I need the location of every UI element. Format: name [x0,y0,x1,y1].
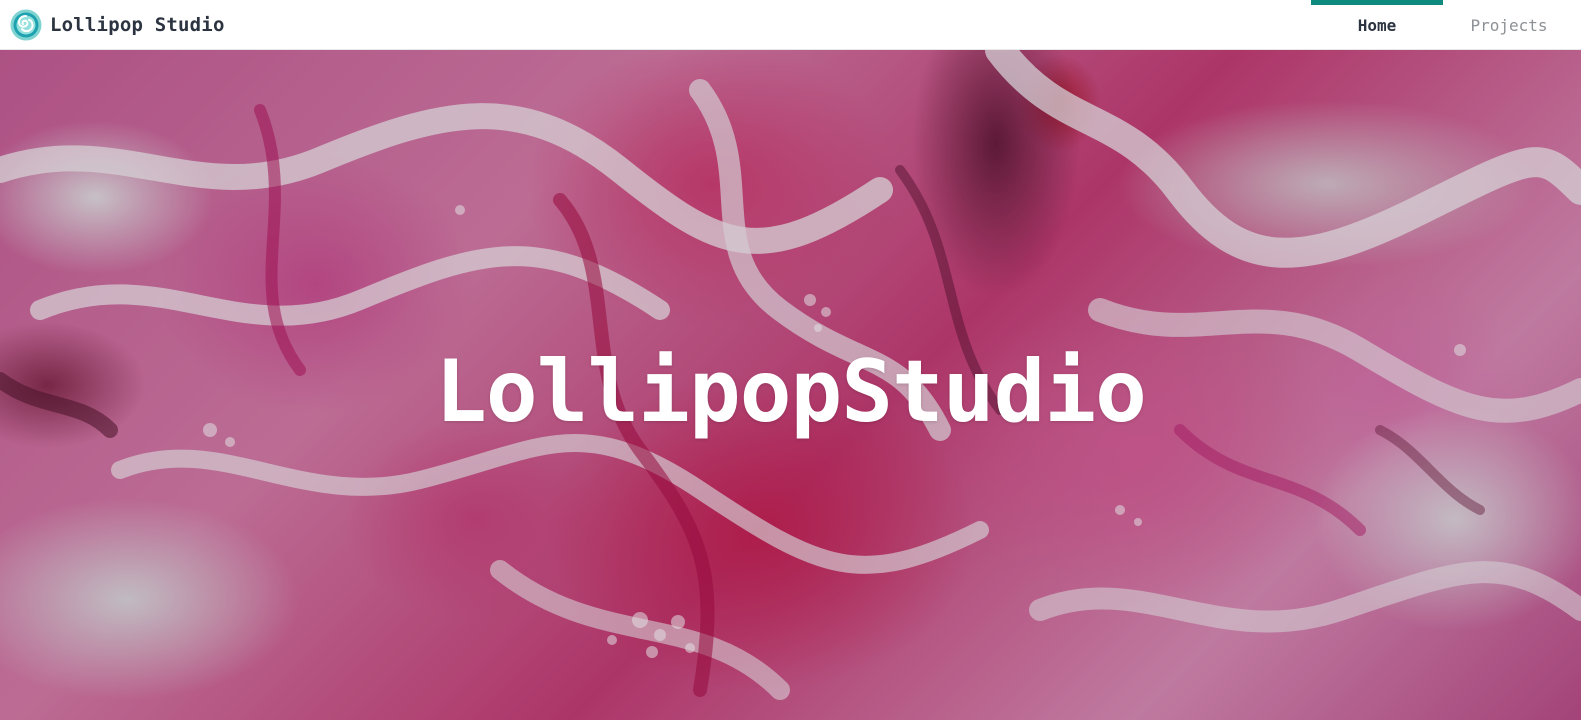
lollipop-studio-logo-icon [10,9,42,40]
brand-link[interactable]: Lollipop Studio [10,0,225,50]
main-nav: Home Projects [1311,0,1581,50]
hero-banner: LollipopStudio [0,50,1581,720]
brand-name: Lollipop Studio [50,13,225,36]
nav-link-projects[interactable]: Projects [1443,0,1581,50]
nav-link-home[interactable]: Home [1311,0,1443,50]
top-navbar: Lollipop Studio Home Projects [0,0,1581,50]
hero-title: LollipopStudio [435,342,1147,442]
